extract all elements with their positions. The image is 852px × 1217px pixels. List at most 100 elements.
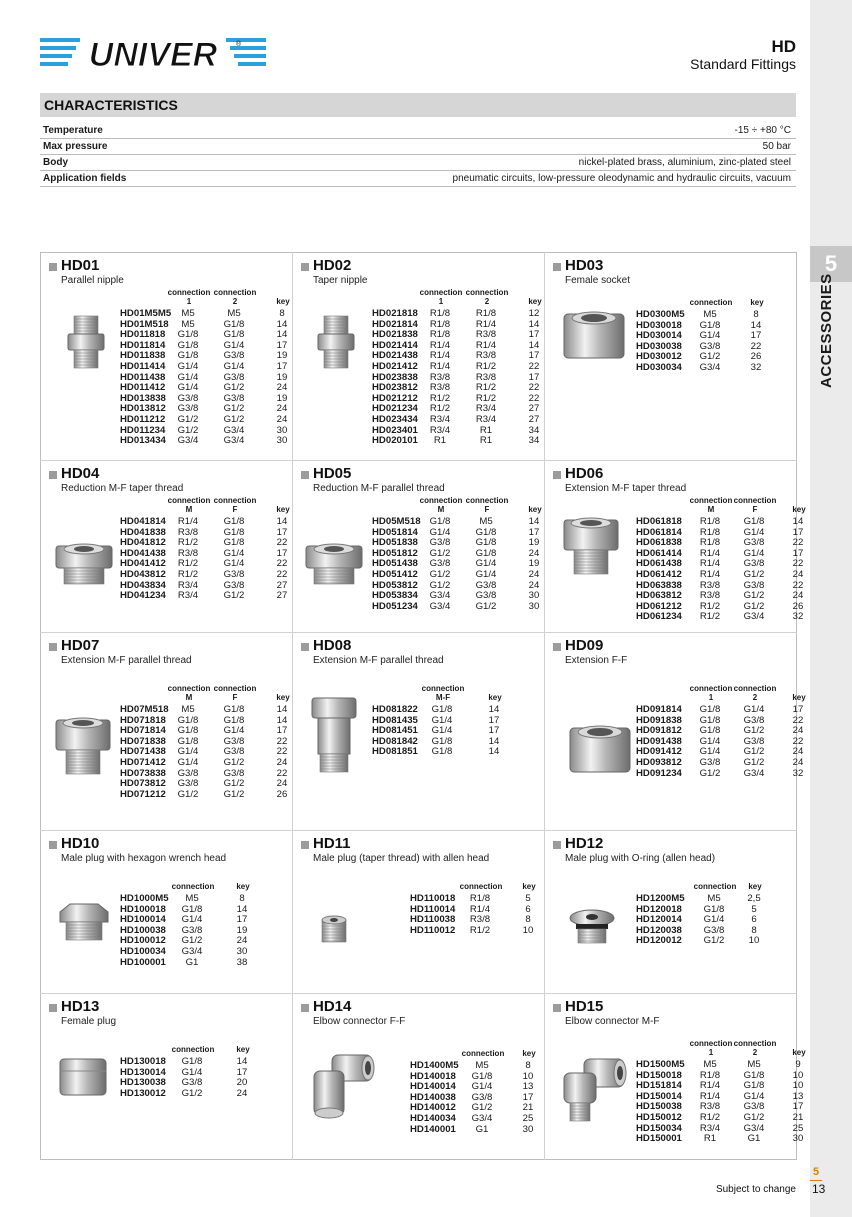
header-cell: connection (459, 882, 503, 891)
table-cell: 8 (239, 893, 245, 904)
table-cell: 24 (528, 568, 540, 580)
product-code: HD13 (61, 998, 100, 1015)
table-cell: R1/8 (699, 516, 721, 527)
table-row: HD071212 G1/2 G1/2 26 (120, 789, 306, 801)
table-header: connection key (120, 1045, 266, 1054)
header-cell: connection (689, 1039, 733, 1048)
header-cell: connection (167, 288, 211, 297)
article-code: HD05M518 (372, 516, 421, 527)
table-cell: G1/8 (223, 704, 245, 715)
table-cell: 14 (792, 516, 804, 527)
table-cell: G1/2 (743, 568, 765, 580)
table-row: HD100001 G1 38 (120, 956, 266, 969)
table-header: 1 2 key (636, 1048, 822, 1057)
header-cell: connection (213, 684, 257, 693)
table-row: HD0300M5 M5 8 (636, 309, 780, 321)
header-cell: key (236, 1045, 250, 1054)
header-cell: connection (465, 496, 509, 505)
fitting-image (311, 697, 357, 773)
fitting-image (313, 1054, 375, 1119)
table-row: HD100034 G3/4 30 (120, 946, 266, 958)
product-description: Female plug (61, 1016, 117, 1027)
article-code: HD030034 (636, 361, 682, 373)
table-cell: 17 (792, 704, 804, 715)
product-code: HD14 (313, 998, 352, 1015)
table-cell: G1/2 (223, 413, 245, 425)
table-cell: 24 (792, 568, 804, 580)
header-cell: key (276, 693, 290, 702)
bullet-square (553, 643, 561, 651)
table-row: HD011414 G1/4 G1/4 17 (120, 361, 306, 373)
table-cell: 9 (795, 1059, 801, 1070)
article-code: HD150012 (636, 1111, 682, 1123)
header-cell: connection (733, 1039, 777, 1048)
table-cell: 30 (528, 600, 540, 612)
table-cell: R1 (479, 435, 493, 447)
header-cell: 1 (708, 693, 714, 702)
table-row: HD110018 R1/8 5 (410, 893, 552, 905)
table-header: connection key (120, 882, 266, 891)
table-cell: 24 (236, 1087, 248, 1099)
header-cell: connection (465, 288, 509, 297)
table-row: HD1000M5 M5 8 (120, 893, 266, 905)
header-cell: connection (733, 684, 777, 693)
fitting-image (59, 1058, 107, 1096)
article-code: HD140001 (410, 1123, 456, 1135)
table-cell: R1/2 (177, 568, 199, 580)
header-cell: 2 (752, 1048, 758, 1057)
article-code: HD023434 (372, 413, 418, 425)
section-label: ACCESSORIES (818, 273, 835, 388)
table-cell: R1 (703, 1133, 717, 1145)
univer-logo: UNIVER ® (40, 36, 266, 72)
table-header: connection connection (372, 288, 558, 297)
product-code: HD02 (313, 257, 352, 274)
table-row: HD130012 G1/2 24 (120, 1087, 266, 1100)
table-cell: R1/8 (429, 308, 451, 319)
table-row: HD023434 R3/4 R3/4 27 (372, 413, 558, 426)
table-header: 1 2 key (120, 297, 306, 306)
dimension-table: connection key HD1200M5 M5 2,5 HD120018 G1/8 5 H… (636, 882, 778, 947)
article-code: HD100001 (120, 956, 166, 968)
table-cell: 24 (792, 756, 804, 768)
table-header: connection connection (372, 496, 558, 505)
fitting-image (321, 915, 347, 943)
table-cell: 32 (792, 611, 804, 623)
bullet-square (301, 263, 309, 271)
table-cell: G1/2 (177, 413, 199, 425)
table-cell: 30 (792, 1133, 804, 1145)
table-row: HD061818 R1/8 G1/8 14 (636, 516, 822, 528)
header-cell: 1 (186, 297, 192, 306)
table-row: HD05M518 G1/8 M5 14 (372, 516, 558, 528)
header-cell: connection (213, 288, 257, 297)
table-cell: 12 (528, 308, 540, 319)
article-code: HD041814 (120, 516, 166, 527)
product-code: HD11 (313, 835, 351, 852)
header-cell: key (488, 693, 502, 702)
table-header: connection key (636, 298, 780, 307)
article-code: HD110018 (410, 893, 456, 904)
dimension-table: connection key HD110018 R1/8 5 HD110014 R1/4 6 H… (410, 882, 552, 936)
table-cell: G1/8 (431, 746, 453, 758)
table-header: M Fkey (120, 505, 306, 514)
header-cell: connection (213, 496, 257, 505)
table-header: connection (372, 684, 518, 693)
table-cell: R1/2 (699, 611, 721, 623)
product-code: HD05 (313, 465, 352, 482)
header-cell: connection (167, 496, 211, 505)
product-code: HD06 (565, 465, 604, 482)
table-cell: R1/2 (475, 360, 497, 372)
spec-row-application-fields: Application fields pneumatic circuits, l… (40, 171, 796, 187)
product-code: HD09 (565, 637, 604, 654)
article-code: HD051412 (372, 568, 418, 580)
spec-row-max-pressure: Max pressure 50 bar (40, 139, 796, 155)
article-code: HD061412 (636, 568, 682, 580)
table-cell: 8 (525, 1060, 531, 1071)
product-description: Extension M-F parallel thread (313, 655, 444, 666)
table-header: M Fkey (120, 693, 306, 702)
table-header: 1 2 key (372, 297, 558, 306)
product-description: Male plug with O-ring (allen head) (565, 853, 716, 864)
fitting-image (55, 543, 113, 585)
table-row: HD051412 G1/2 G1/4 24 (372, 568, 558, 581)
article-code: HD1200M5 (636, 893, 685, 904)
article-code: HD093812 (636, 756, 682, 768)
